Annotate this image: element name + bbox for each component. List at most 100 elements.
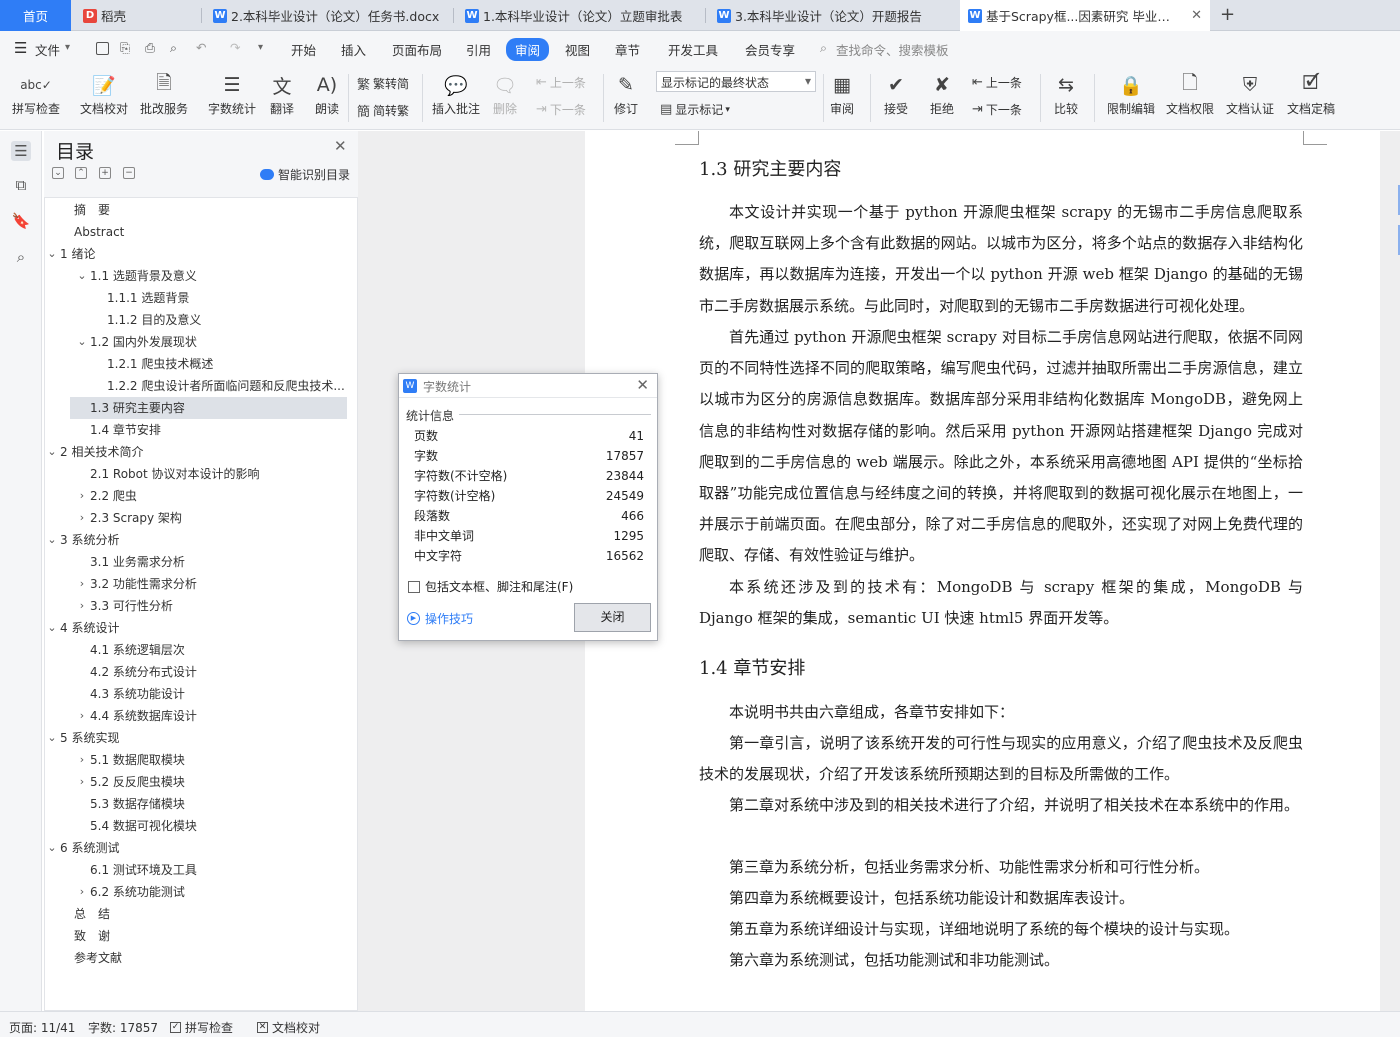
menu-member[interactable]: 会员专享 [745, 40, 795, 59]
close-button[interactable]: 关闭 [574, 603, 651, 632]
to-traditional-button[interactable]: 繁繁转简 [357, 74, 409, 93]
doc-permission-button[interactable]: 🗋 文档权限 [1166, 70, 1214, 117]
add-level-icon[interactable]: + [99, 167, 111, 179]
toc-item[interactable]: 参考文献 [74, 947, 345, 969]
customize-icon[interactable]: ▾ [258, 42, 263, 53]
to-simplified-button[interactable]: 簡简转繁 [357, 101, 409, 120]
doc-finalize-button[interactable]: 🗹 文档定稿 [1287, 70, 1335, 117]
menu-developer[interactable]: 开发工具 [668, 40, 718, 59]
toc-item[interactable]: 1.4 章节安排 [90, 419, 345, 441]
toc-item[interactable]: › 5.2 反反爬虫模块 [80, 771, 345, 793]
toc-item[interactable]: ⌄ 6 系统测试 [47, 837, 345, 859]
chapter-nav-icon[interactable]: ⧉ [11, 175, 31, 195]
toc-item[interactable]: › 2.3 Scrapy 架构 [80, 507, 345, 529]
toc-item[interactable]: 3.1 业务需求分析 [90, 551, 345, 573]
revision-service-button[interactable]: 🗎 批改服务 [140, 70, 188, 117]
menu-review[interactable]: 审阅 [506, 38, 550, 61]
chevron-right-icon[interactable]: › [76, 507, 88, 529]
toc-item[interactable]: ⌄ 4 系统设计 [47, 617, 345, 639]
word-count-button[interactable]: ☰ 字数统计 [208, 70, 256, 117]
read-aloud-button[interactable]: A) 朗读 [313, 70, 341, 117]
chevron-right-icon[interactable]: › [76, 881, 88, 903]
next-comment-button[interactable]: ⇥ 下一条 [536, 101, 586, 118]
spell-check-status[interactable]: ✓ 拼写检查 [170, 1019, 233, 1036]
checkbox-box[interactable] [408, 580, 420, 593]
save-icon[interactable] [96, 42, 109, 55]
redo-icon[interactable]: ↷ [230, 40, 240, 55]
doc-proof-status[interactable]: ✕ 文档校对 [257, 1019, 320, 1036]
restrict-edit-button[interactable]: 🔒 限制编辑 [1107, 70, 1155, 117]
dialog-titlebar[interactable]: W 字数统计 ✕ [399, 374, 657, 398]
chevron-right-icon[interactable]: › [76, 485, 88, 507]
menu-references[interactable]: 引用 [466, 40, 491, 59]
toc-item[interactable]: › 4.4 系统数据库设计 [80, 705, 345, 727]
menu-file[interactable]: 文件 [35, 40, 60, 59]
search-icon[interactable]: ⌕ [11, 247, 31, 267]
command-search-input[interactable]: 查找命令、搜索模板 [836, 40, 949, 59]
collapse-all-icon[interactable]: ⌃ [75, 167, 87, 179]
toc-item[interactable]: › 5.1 数据爬取模块 [80, 749, 345, 771]
toc-item[interactable]: 4.2 系统分布式设计 [90, 661, 345, 683]
translate-button[interactable]: 文 翻译 [268, 70, 296, 117]
menu-view[interactable]: 视图 [565, 40, 590, 59]
menu-layout[interactable]: 页面布局 [392, 40, 442, 59]
print-preview-icon[interactable]: ⌕ [170, 40, 177, 56]
toc-item[interactable]: ⌄ 5 系统实现 [47, 727, 345, 749]
include-textbox-checkbox[interactable]: 包括文本框、脚注和尾注(F) [408, 578, 573, 595]
undo-icon[interactable]: ↶ [196, 40, 206, 55]
compare-button[interactable]: ⇆ 比较 [1052, 70, 1080, 117]
chevron-right-icon[interactable]: › [76, 573, 88, 595]
toc-item[interactable]: ⌄ 2 相关技术简介 [47, 441, 345, 463]
toc-item[interactable]: › 6.2 系统功能测试 [80, 881, 345, 903]
toc-item[interactable]: 6.1 测试环境及工具 [90, 859, 345, 881]
chevron-down-icon[interactable]: ⌄ [76, 265, 88, 287]
word-count-indicator[interactable]: 字数: 17857 [88, 1019, 158, 1036]
toc-item[interactable]: Abstract [74, 221, 345, 243]
toc-item[interactable]: 5.3 数据存储模块 [90, 793, 345, 815]
tips-link[interactable]: ▶ 操作技巧 [407, 610, 473, 627]
chevron-down-icon[interactable]: ⌄ [46, 617, 58, 639]
toc-panel-icon[interactable]: ☰ [11, 141, 31, 161]
markup-mode-select[interactable]: 显示标记的最终状态 [656, 71, 816, 92]
smart-toc-button[interactable]: 智能识别目录 [260, 166, 350, 183]
toc-item[interactable]: 4.1 系统逻辑层次 [90, 639, 345, 661]
toc-item[interactable]: 2.1 Robot 协议对本设计的影响 [90, 463, 345, 485]
toc-item[interactable]: ⌄ 1.2 国内外发展现状 [77, 331, 345, 353]
track-changes-button[interactable]: ✎ 修订 [612, 70, 640, 117]
toc-item[interactable]: 致 谢 [74, 925, 345, 947]
tab-doc-proposal[interactable]: W 3.本科毕业设计（论文）开题报告 [705, 0, 957, 31]
close-icon[interactable]: ✕ [334, 137, 347, 155]
search-icon[interactable]: ⌕ [820, 40, 827, 56]
hamburger-icon[interactable]: ☰ [14, 39, 27, 57]
toc-item[interactable]: › 3.3 可行性分析 [80, 595, 345, 617]
delete-comment-button[interactable]: 🗨 删除 [491, 70, 519, 117]
export-pdf-icon[interactable]: ⎘ [120, 40, 130, 56]
chevron-down-icon[interactable]: ▾ [65, 42, 70, 53]
chevron-right-icon[interactable]: › [76, 749, 88, 771]
menu-home[interactable]: 开始 [291, 40, 316, 59]
chevron-down-icon[interactable]: ⌄ [46, 727, 58, 749]
tab-doc-thesis[interactable]: W 基于Scrapy框...因素研究 毕业论文 ✕ [960, 0, 1210, 31]
menu-insert[interactable]: 插入 [341, 40, 366, 59]
prev-change-button[interactable]: ⇤ 上一条 [972, 74, 1022, 91]
tab-doc-approval[interactable]: W 1.本科毕业设计（论文）立题审批表 [453, 0, 705, 31]
close-tab-icon[interactable]: ✕ [1191, 8, 1202, 23]
toc-item[interactable]: › 3.2 功能性需求分析 [80, 573, 345, 595]
toc-item[interactable]: 1.1.1 选题背景 [107, 287, 345, 309]
toc-item[interactable]: 1.1.2 目的及意义 [107, 309, 345, 331]
new-tab-icon[interactable]: + [1220, 4, 1235, 25]
tab-home[interactable]: 首页 [0, 0, 71, 31]
prev-comment-button[interactable]: ⇤ 上一条 [536, 74, 586, 91]
show-markup-button[interactable]: ▤ 显示标记 ▾ [660, 101, 730, 118]
toc-item[interactable]: ⌄ 1.1 选题背景及意义 [77, 265, 345, 287]
chevron-down-icon[interactable]: ⌄ [46, 441, 58, 463]
accept-button[interactable]: ✔ 接受 [882, 70, 910, 117]
bookmark-icon[interactable]: 🔖 [11, 211, 31, 231]
chevron-down-icon[interactable]: ⌄ [76, 331, 88, 353]
close-icon[interactable]: ✕ [636, 376, 649, 394]
toc-item[interactable]: 摘 要 [74, 199, 345, 221]
chevron-down-icon[interactable]: ⌄ [46, 529, 58, 551]
chevron-right-icon[interactable]: › [76, 595, 88, 617]
spell-check-button[interactable]: abc✓ 拼写检查 [12, 70, 60, 117]
tab-docer[interactable]: D 稻壳 [71, 0, 201, 31]
